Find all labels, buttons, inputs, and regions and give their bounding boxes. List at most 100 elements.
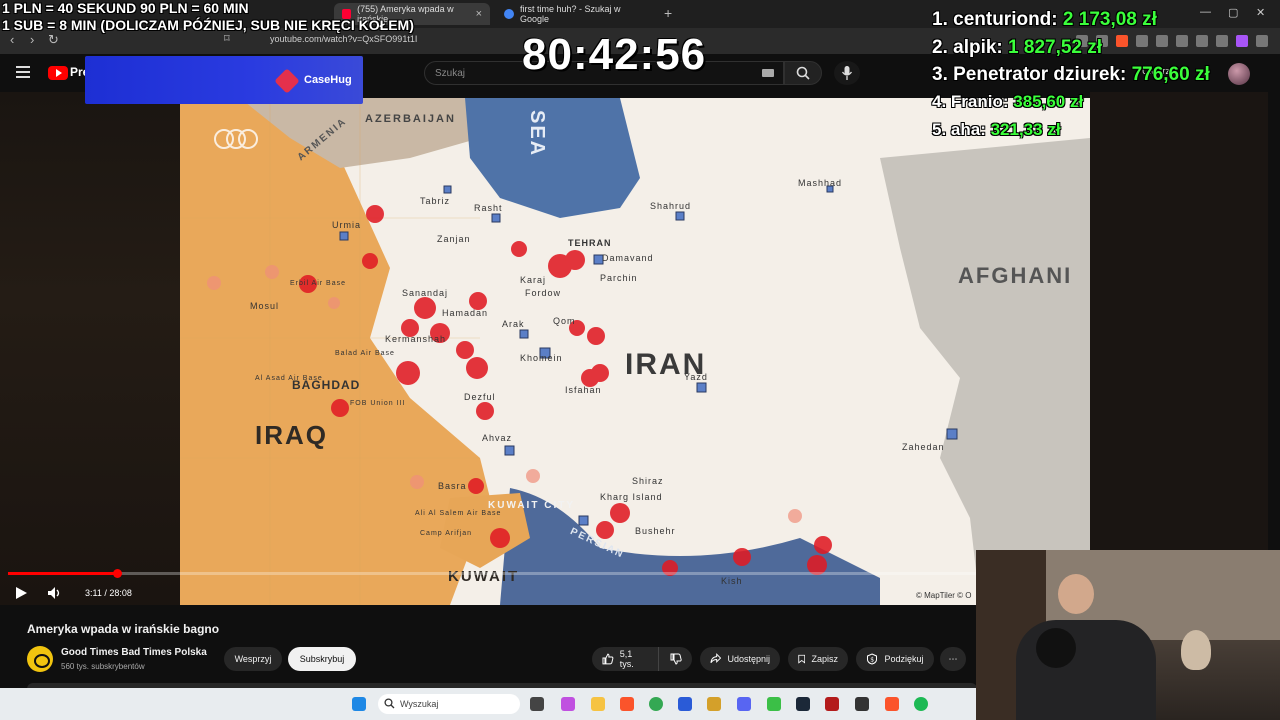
copilot-icon[interactable]	[561, 697, 575, 711]
keyboard-icon[interactable]	[762, 69, 774, 77]
sidebar-icon[interactable]	[1176, 35, 1188, 47]
city-label: Ali Al Salem Air Base	[415, 510, 502, 517]
city-label: Shiraz	[632, 476, 664, 486]
player-ambient-right	[1090, 92, 1268, 552]
close-window-icon[interactable]: ✕	[1256, 6, 1265, 19]
more-dots-icon: ⋯	[948, 653, 958, 664]
leaderboard-name: 1. centuriond:	[932, 9, 1058, 30]
more-actions-button[interactable]: ⋯	[940, 647, 966, 671]
city-label: Hamadan	[442, 308, 489, 318]
thanks-button[interactable]: $ Podziękuj	[856, 647, 934, 671]
thumbs-down-icon	[670, 653, 682, 665]
city-label: Basra	[438, 481, 467, 491]
forward-icon[interactable]: ›	[30, 32, 34, 47]
city-label: Rasht	[474, 203, 503, 213]
brave-browser-icon[interactable]	[620, 697, 634, 711]
back-icon[interactable]: ‹	[10, 32, 14, 47]
account-avatar[interactable]	[1228, 63, 1250, 85]
webcam-dog	[1181, 630, 1211, 670]
city-label: Camp Arifjan	[420, 530, 473, 537]
city-label: Kermanshah	[385, 334, 447, 344]
screen: (755) Ameryka wpada w irańskie × first t…	[0, 0, 1280, 720]
support-label: Wesprzyj	[234, 654, 272, 664]
app-red-icon[interactable]	[825, 697, 839, 711]
city-label: Fordow	[525, 288, 562, 298]
subscribe-button[interactable]: Subskrybuj	[288, 647, 356, 671]
progress-track[interactable]	[8, 572, 976, 575]
city-label: Balad Air Base	[335, 350, 395, 357]
discord-icon[interactable]	[737, 697, 751, 711]
leaderboard-row: 2. alpik: 1 827,52 zł	[932, 37, 1102, 59]
play-button[interactable]	[14, 586, 28, 603]
app-green-icon[interactable]	[767, 697, 781, 711]
map-attribution: © MapTiler © O	[916, 591, 972, 600]
channel-avatar[interactable]	[27, 646, 53, 672]
leaderboard-row: 5. aha: 321,33 zł	[932, 120, 1061, 140]
city-label: Parchin	[600, 273, 638, 283]
reload-icon[interactable]: ↻	[48, 32, 59, 48]
chrome-icon[interactable]	[649, 697, 663, 711]
subscribe-label: Subskrybuj	[299, 654, 345, 664]
channel-name[interactable]: Good Times Bad Times Polska	[61, 647, 207, 658]
share-button[interactable]: Udostępnij	[700, 647, 780, 671]
volume-button[interactable]	[47, 586, 63, 603]
tab-google[interactable]: first time huh? - Szukaj w Google	[496, 3, 660, 25]
leaderboard-amount: 321,33 zł	[990, 120, 1061, 139]
extension-icon[interactable]	[1136, 35, 1148, 47]
save-button[interactable]: Zapisz	[788, 647, 848, 671]
music-icon[interactable]	[1156, 35, 1168, 47]
play-icon	[16, 587, 27, 599]
brave-active-icon[interactable]	[885, 697, 899, 711]
google-favicon-icon	[504, 9, 514, 19]
volume-icon	[48, 587, 60, 599]
obs-icon[interactable]	[855, 697, 869, 711]
voice-search-button[interactable]	[834, 61, 860, 85]
leaderboard-name: 2. alpik:	[932, 37, 1003, 58]
webcam-feed	[976, 550, 1280, 720]
video-player[interactable]: IRAN IRAQ AFGHANI SEA KUWAIT KUWAIT CITY…	[180, 98, 1090, 605]
folder-app-icon[interactable]	[707, 697, 721, 711]
search-button[interactable]	[784, 61, 822, 85]
file-explorer-icon[interactable]	[591, 697, 605, 711]
city-label: Sanandaj	[402, 288, 449, 298]
task-view-icon[interactable]	[530, 697, 544, 711]
url-field[interactable]: youtube.com/watch?v=QxSFO991t1I	[270, 34, 417, 44]
map-label-iraq: IRAQ	[255, 420, 328, 450]
dislike-button[interactable]	[658, 647, 692, 671]
youtube-logo-icon[interactable]	[48, 66, 68, 80]
subscriber-count: 560 tys. subskrybentów	[61, 662, 145, 671]
taskbar-search[interactable]: Wyszukaj	[378, 694, 520, 714]
calculator-icon[interactable]	[678, 697, 692, 711]
city-label: Zahedan	[902, 442, 945, 452]
steam-icon[interactable]	[796, 697, 810, 711]
city-label: Kish	[721, 576, 743, 586]
minimize-icon[interactable]: —	[1200, 6, 1211, 18]
bookmark-icon[interactable]: ⌑	[224, 32, 230, 45]
city-label: Isfahan	[565, 385, 602, 395]
windows-start-icon[interactable]	[352, 697, 366, 711]
spotify-icon[interactable]	[914, 697, 928, 711]
webcam-microphone	[1036, 628, 1076, 668]
support-button[interactable]: Wesprzyj	[224, 647, 282, 671]
time-display: 3:11 / 28:08	[85, 588, 132, 598]
channel-watermark-icon	[212, 128, 260, 150]
thanks-label: Podziękuj	[884, 654, 924, 664]
new-tab-icon[interactable]: +	[664, 5, 672, 21]
save-label: Zapisz	[811, 654, 838, 664]
vpn-icon[interactable]	[1216, 35, 1228, 47]
taskbar-search-label: Wyszukaj	[400, 699, 439, 709]
city-label: Damavand	[602, 253, 654, 263]
leaderboard-row: 4. Franio: 385,60 zł	[932, 92, 1083, 112]
menu-icon[interactable]	[1256, 35, 1268, 47]
close-tab-icon[interactable]: ×	[476, 8, 482, 20]
maximize-icon[interactable]: ▢	[1228, 6, 1238, 19]
brave-shield-icon[interactable]	[1116, 35, 1128, 47]
search-icon	[384, 698, 395, 709]
progress-fill	[8, 572, 118, 575]
leo-icon[interactable]	[1236, 35, 1248, 47]
like-button[interactable]: 5,1 tys.	[592, 647, 658, 671]
city-label: Karaj	[520, 275, 547, 285]
wallet-icon[interactable]	[1196, 35, 1208, 47]
city-label: TEHRAN	[568, 238, 612, 248]
hamburger-menu-icon[interactable]	[16, 66, 30, 78]
